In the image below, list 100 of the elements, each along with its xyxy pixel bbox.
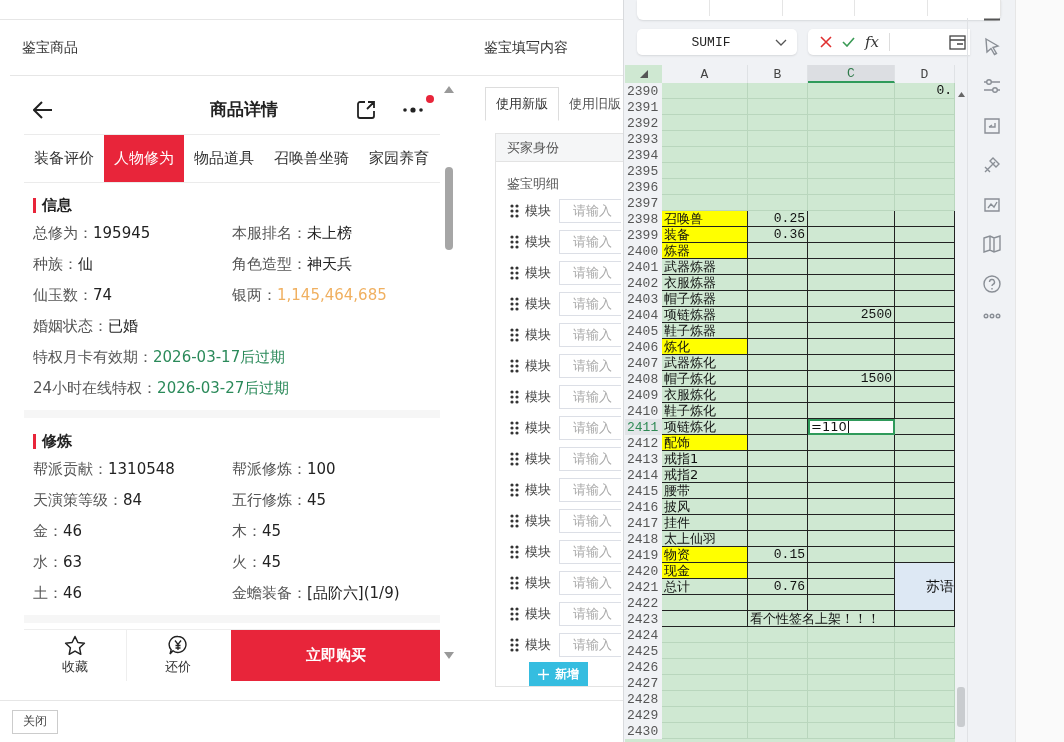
row-number[interactable]: 2428 — [625, 691, 662, 707]
row-number[interactable]: 2416 — [625, 499, 662, 515]
column-header[interactable]: B — [748, 65, 808, 83]
tab[interactable]: 家园养育 — [359, 135, 439, 182]
drag-handle-icon[interactable] — [510, 389, 519, 404]
row-number[interactable]: 2390 — [625, 83, 662, 99]
column-header[interactable]: D — [895, 65, 955, 83]
row-number[interactable]: 2415 — [625, 483, 662, 499]
row-number[interactable]: 2417 — [625, 515, 662, 531]
row-number[interactable]: 2391 — [625, 99, 662, 115]
tab[interactable]: 装备评价 — [24, 135, 104, 182]
expand-icon[interactable] — [949, 34, 966, 50]
row-number[interactable]: 2425 — [625, 643, 662, 659]
row-number[interactable]: 2418 — [625, 531, 662, 547]
row-number[interactable]: 2407 — [625, 355, 662, 371]
active-cell[interactable]: =110 — [808, 419, 895, 435]
row-number[interactable]: 2423 — [625, 611, 662, 627]
row-number[interactable]: 2412 — [625, 435, 662, 451]
drag-handle-icon[interactable] — [510, 296, 519, 311]
row-number[interactable]: 2427 — [625, 675, 662, 691]
input-field[interactable]: 请输入 — [559, 229, 621, 254]
back-icon[interactable] — [33, 100, 53, 119]
row-number[interactable]: 2393 — [625, 131, 662, 147]
tab[interactable]: 人物修为 — [104, 135, 184, 182]
select-all-icon[interactable] — [639, 70, 648, 78]
row-number[interactable]: 2400 — [625, 243, 662, 259]
row-number[interactable]: 2414 — [625, 467, 662, 483]
input-field[interactable]: 请输入 — [559, 198, 621, 223]
input-field[interactable]: 请输入 — [559, 415, 621, 440]
row-number[interactable]: 2413 — [625, 451, 662, 467]
row-number[interactable]: 2410 — [625, 403, 662, 419]
row-number[interactable]: 2396 — [625, 179, 662, 195]
input-field[interactable]: 请输入 — [559, 260, 621, 285]
row-number[interactable]: 2398 — [625, 211, 662, 227]
drag-handle-icon[interactable] — [510, 513, 519, 528]
row-number[interactable]: 2406 — [625, 339, 662, 355]
row-number[interactable]: 2392 — [625, 115, 662, 131]
row-number[interactable]: 2408 — [625, 371, 662, 387]
drag-handle-icon[interactable] — [510, 203, 519, 218]
scroll-down-icon[interactable] — [444, 652, 454, 659]
tab[interactable]: 物品道具 — [184, 135, 264, 182]
row-number[interactable]: 2402 — [625, 275, 662, 291]
drag-handle-icon[interactable] — [510, 234, 519, 249]
scroll-up-icon[interactable] — [444, 86, 454, 93]
close-icon[interactable] — [820, 36, 832, 48]
row-number[interactable]: 2405 — [625, 323, 662, 339]
input-field[interactable]: 请输入 — [559, 322, 621, 347]
share-icon[interactable] — [356, 99, 376, 120]
bargain-button[interactable]: 还价 — [126, 630, 229, 681]
drag-handle-icon[interactable] — [510, 451, 519, 466]
minimize-icon[interactable] — [983, 18, 1000, 21]
row-number[interactable]: 2430 — [625, 723, 662, 739]
input-field[interactable]: 请输入 — [559, 446, 621, 471]
row-number[interactable]: 2409 — [625, 387, 662, 403]
input-field[interactable]: 请输入 — [559, 570, 621, 595]
tab[interactable]: 使用旧版 — [559, 87, 623, 121]
input-field[interactable]: 请输入 — [559, 291, 621, 316]
drag-handle-icon[interactable] — [510, 637, 519, 652]
tab[interactable]: 召唤兽坐骑 — [264, 135, 359, 182]
scrollbar-thumb[interactable] — [957, 687, 965, 727]
drag-handle-icon[interactable] — [510, 327, 519, 342]
column-header[interactable]: C — [808, 65, 895, 83]
help-icon[interactable] — [981, 273, 1002, 294]
row-number[interactable]: 2395 — [625, 163, 662, 179]
row-number[interactable]: 2429 — [625, 707, 662, 723]
more-icon[interactable] — [402, 106, 424, 113]
row-number[interactable]: 2422 — [625, 595, 662, 611]
row-number[interactable]: 2404 — [625, 307, 662, 323]
close-button[interactable]: 关闭 — [12, 709, 58, 734]
input-field[interactable]: 请输入 — [559, 477, 621, 502]
input-field[interactable]: 请输入 — [559, 508, 621, 533]
row-number[interactable]: 2424 — [625, 627, 662, 643]
row-number[interactable]: 2399 — [625, 227, 662, 243]
drag-handle-icon[interactable] — [510, 575, 519, 590]
sliders-icon[interactable] — [981, 76, 1002, 96]
input-field[interactable]: 请输入 — [559, 353, 621, 378]
scroll-up-icon[interactable] — [957, 92, 965, 97]
row-number[interactable]: 2403 — [625, 291, 662, 307]
map-icon[interactable] — [981, 234, 1002, 254]
drag-handle-icon[interactable] — [510, 544, 519, 559]
row-number[interactable]: 2426 — [625, 659, 662, 675]
check-icon[interactable] — [842, 37, 855, 47]
drag-handle-icon[interactable] — [510, 420, 519, 435]
row-number[interactable]: 2394 — [625, 147, 662, 163]
tab[interactable]: 使用新版 — [485, 87, 559, 121]
function-button[interactable]: fx — [865, 33, 879, 51]
row-number[interactable]: 2420 — [625, 563, 662, 579]
row-number[interactable]: 2419 — [625, 547, 662, 563]
row-number[interactable]: 2397 — [625, 195, 662, 211]
drag-handle-icon[interactable] — [510, 358, 519, 373]
input-field[interactable]: 请输入 — [559, 601, 621, 626]
row-number[interactable]: 2421 — [625, 579, 662, 595]
scrollbar-thumb[interactable] — [445, 167, 453, 250]
input-field[interactable]: 请输入 — [559, 384, 621, 409]
row-number[interactable]: 2401 — [625, 259, 662, 275]
column-header[interactable]: A — [662, 65, 748, 83]
drag-handle-icon[interactable] — [510, 606, 519, 621]
buy-button[interactable]: 立即购买 — [231, 630, 440, 681]
favorite-button[interactable]: 收藏 — [24, 630, 126, 681]
input-field[interactable]: 请输入 — [559, 632, 621, 657]
